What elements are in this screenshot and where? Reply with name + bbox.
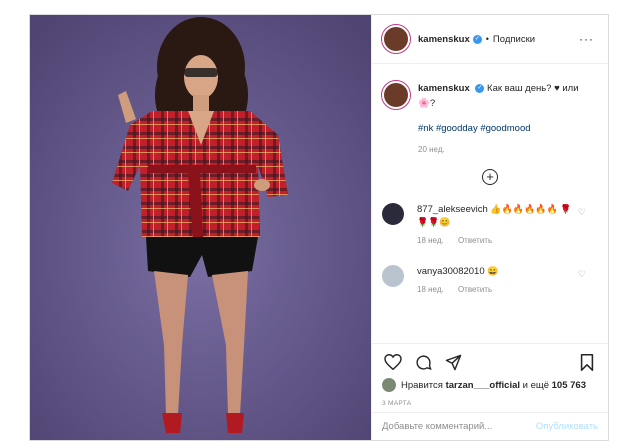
comment-time: 18 нед.	[417, 285, 444, 294]
comment-item: vanya30082010 😄 18 нед. Ответить ♡	[382, 265, 598, 296]
post-date[interactable]: 3 МАРТА	[382, 400, 598, 407]
post-caption: kamenskux ✓ Как ваш день? ♥ или 🌸? #nk #…	[382, 81, 598, 157]
comment-time: 18 нед.	[417, 236, 444, 245]
comment-item: 877_alekseevich 👍🔥🔥🔥🔥🔥 🌹🌹🌹😊 18 нед. Отве…	[382, 203, 598, 247]
commenter-avatar[interactable]	[382, 265, 404, 287]
page: kamenskux ✓ • Подписки ··· kamenskux ✓ К…	[0, 0, 620, 448]
caption-username[interactable]: kamenskux	[418, 83, 470, 94]
commenter-username[interactable]: 877_alekseevich	[417, 204, 488, 215]
liker-username[interactable]: tarzan___official	[446, 380, 520, 391]
separator: •	[485, 34, 489, 44]
commenter-avatar[interactable]	[382, 203, 404, 225]
comment-icon[interactable]	[412, 351, 434, 373]
author-avatar[interactable]	[382, 25, 410, 53]
liker-avatar[interactable]	[382, 378, 396, 392]
reply-button[interactable]: Ответить	[458, 236, 492, 245]
load-more-comments-icon[interactable]: +	[482, 169, 498, 185]
caption-hashtags[interactable]: #nk #goodday #goodmood	[418, 121, 588, 136]
comment-input[interactable]: Добавьте комментарий...	[382, 421, 536, 432]
publish-button[interactable]: Опубликовать	[536, 421, 598, 432]
add-comment-bar: Добавьте комментарий... Опубликовать	[372, 412, 608, 440]
instagram-post: kamenskux ✓ • Подписки ··· kamenskux ✓ К…	[29, 14, 609, 441]
comment-meta: 18 нед. Ответить	[417, 234, 577, 247]
caption-avatar[interactable]	[382, 81, 410, 109]
caption-body: kamenskux ✓ Как ваш день? ♥ или 🌸? #nk #…	[418, 81, 588, 157]
comment-meta: 18 нед. Ответить	[417, 283, 577, 296]
comments-list[interactable]: kamenskux ✓ Как ваш день? ♥ или 🌸? #nk #…	[372, 65, 608, 343]
verified-icon: ✓	[475, 83, 485, 93]
action-icons	[382, 350, 598, 374]
post-actions: Нравится tarzan___official и ещё 105 763…	[372, 343, 608, 407]
commenter-username[interactable]: vanya30082010	[417, 266, 485, 277]
like-comment-icon[interactable]: ♡	[578, 269, 586, 280]
bookmark-icon[interactable]	[576, 351, 598, 373]
likes-count[interactable]: 105 763	[552, 380, 586, 391]
share-icon[interactable]	[442, 351, 464, 373]
like-comment-icon[interactable]: ♡	[578, 207, 586, 218]
likes-summary: Нравится tarzan___official и ещё 105 763	[382, 378, 598, 392]
post-photo[interactable]	[30, 15, 371, 440]
more-options-icon[interactable]: ···	[579, 32, 594, 46]
heart-icon[interactable]	[382, 351, 404, 373]
likes-prefix: Нравится	[401, 379, 443, 391]
post-header: kamenskux ✓ • Подписки ···	[372, 15, 608, 64]
comment-body: vanya30082010 😄 18 нед. Ответить	[417, 265, 577, 296]
caption-time: 20 нед.	[418, 145, 445, 154]
comment-text: 😄	[487, 266, 499, 276]
reply-button[interactable]: Ответить	[458, 285, 492, 294]
comment-body: 877_alekseevich 👍🔥🔥🔥🔥🔥 🌹🌹🌹😊 18 нед. Отве…	[417, 203, 577, 247]
post-image	[30, 15, 371, 440]
following-button[interactable]: Подписки	[493, 34, 535, 45]
author-username[interactable]: kamenskux	[418, 34, 470, 45]
post-sidebar: kamenskux ✓ • Подписки ··· kamenskux ✓ К…	[371, 15, 608, 440]
likes-suffix: и ещё	[522, 379, 549, 391]
verified-icon: ✓	[472, 34, 482, 44]
